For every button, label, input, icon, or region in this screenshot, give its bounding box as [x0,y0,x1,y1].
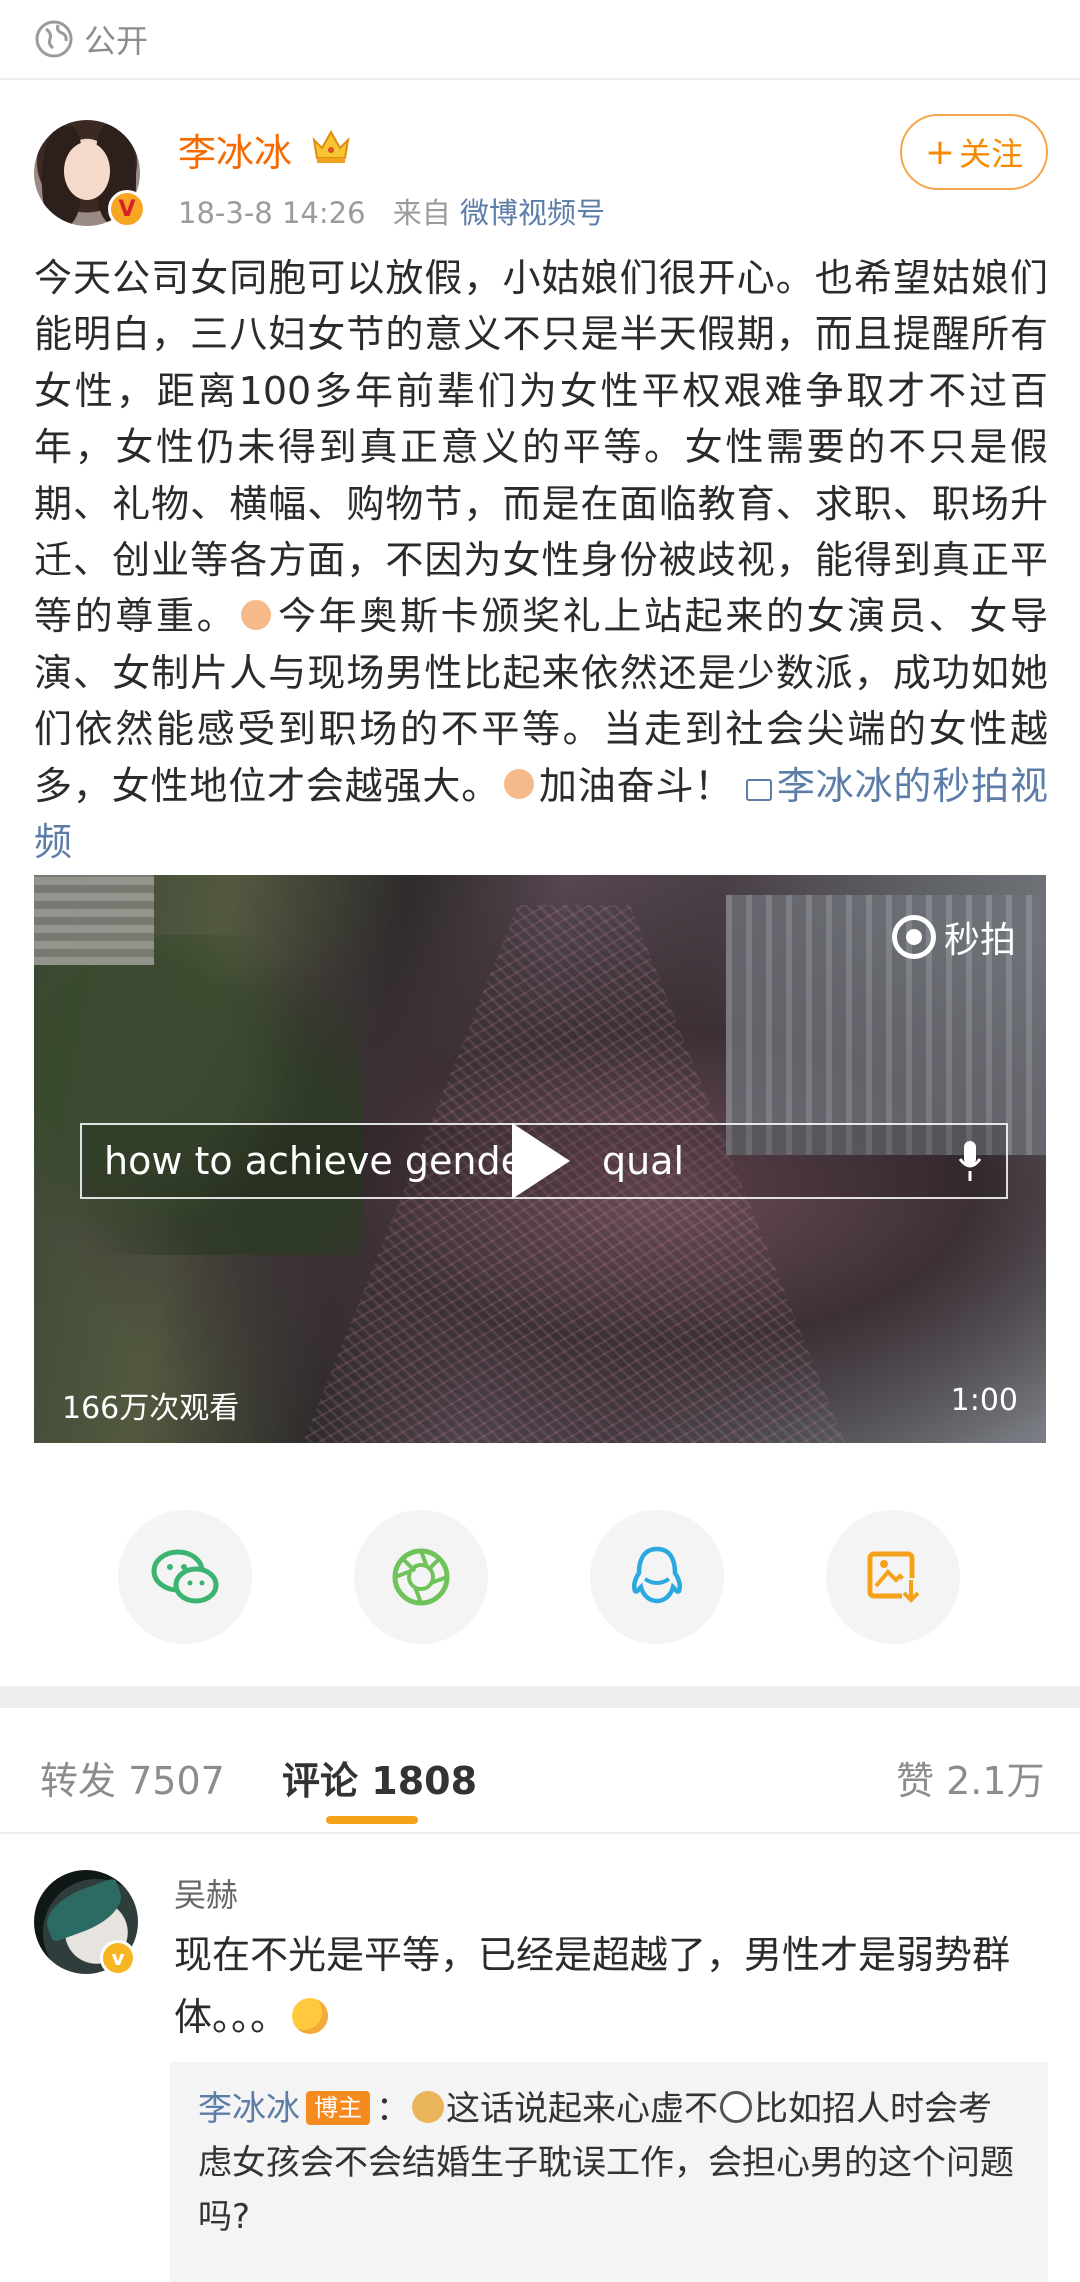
source-prefix: 来自 [392,196,451,230]
follow-label: 关注 [959,135,1024,173]
tab-like-count: 2.1万 [946,1759,1045,1803]
miaopai-logo: 秒拍 [891,911,1016,963]
author-header: V 李冰冰 18-3-8 14:26 来自 微博视频号 + 关注 [0,112,1080,242]
reply-box[interactable]: 李冰冰 博主：这话说起来心虚不 比如招人时会考虑女孩会不会结婚生子耽误工作，会担心男… [170,2062,1048,2282]
post-meta: 18-3-8 14:26 来自 微博视频号 [178,190,605,232]
wechat-icon [151,1549,219,1604]
tab-repost-label: 转发 [40,1759,117,1803]
tab-repost-count: 7507 [128,1759,225,1803]
share-row [0,1510,1080,1644]
share-moments-button[interactable] [354,1510,488,1644]
reply-colon: ： [376,2089,410,2129]
section-divider [0,1686,1080,1708]
commenter-verified-icon: v [100,1940,136,1976]
comment-text: 现在不光是平等，已经是超越了，男性才是弱势群体。。。 [174,1924,1034,2048]
play-icon[interactable] [512,1123,570,1199]
caption-text: how to achieve gende [104,1139,524,1183]
reply-text-1: 这话说起来心虚不 [446,2089,718,2129]
tab-repost[interactable]: 转发 7507 [40,1750,225,1805]
active-tab-indicator [326,1816,418,1824]
visibility-label: 公开 [84,22,149,60]
panda-emoji-icon [720,2090,752,2123]
blush-emoji-icon [292,1997,329,2034]
reply-author[interactable]: 李冰冰 [198,2089,300,2129]
save-image-button[interactable] [826,1510,960,1644]
doge-emoji-icon [412,2090,444,2123]
video-duration: 1:00 [950,1383,1018,1418]
video-camera-icon [746,778,773,801]
moments-icon [392,1548,450,1606]
comment-item: v 吴赫 现在不光是平等，已经是超越了，男性才是弱势群体。。。 李冰冰 博主： 这话… [0,1862,1080,2282]
tab-like[interactable]: 赞 2.1万 [896,1750,1045,1805]
video-player[interactable]: 秒拍 how to achieve gende qual 166万次观看 1:00 [34,875,1046,1443]
post-body: 今天公司女同胞可以放假，小姑娘们很开心。也希望姑娘们能明白，三八妇女节的意义不只… [34,250,1048,870]
miaopai-brand: 秒拍 [943,920,1016,961]
host-tag: 博主 [306,2091,370,2125]
commenter-name[interactable]: 吴赫 [174,1870,238,1916]
save-image-icon [867,1551,920,1603]
source-link[interactable]: 微博视频号 [460,196,605,230]
tab-like-label: 赞 [896,1759,935,1803]
share-qq-button[interactable] [590,1510,724,1644]
miaopai-ring-icon [891,915,936,959]
follow-button[interactable]: + 关注 [900,114,1048,190]
view-count: 166万次观看 [62,1391,240,1426]
qq-icon [631,1546,683,1604]
author-name[interactable]: 李冰冰 [178,122,292,177]
tab-comment-count: 1808 [371,1759,478,1803]
fist-emoji-icon [241,599,272,630]
share-wechat-button[interactable] [118,1510,252,1644]
post-body-text: 今天公司女同胞可以放假，小姑娘们很开心。也希望姑娘们能明白，三八妇女节的意义不只… [34,256,1048,639]
plus-icon: + [924,131,956,173]
globe-icon [35,20,73,58]
post-body-text-3: 加油奋斗！ [538,763,734,808]
crown-icon [312,129,350,163]
tab-comment[interactable]: 评论 1808 [282,1750,477,1805]
interaction-tabs: 转发 7507 评论 1808 赞 2.1万 [0,1708,1080,1834]
verified-badge-icon: V [108,190,146,228]
mic-icon [958,1141,982,1181]
caption-text-tail: qual [601,1139,685,1183]
post-date: 18-3-8 14:26 [178,196,366,230]
fist-emoji-icon [504,769,535,800]
visibility-bar[interactable]: 公开 [0,0,1080,80]
tab-comment-label: 评论 [282,1759,359,1803]
